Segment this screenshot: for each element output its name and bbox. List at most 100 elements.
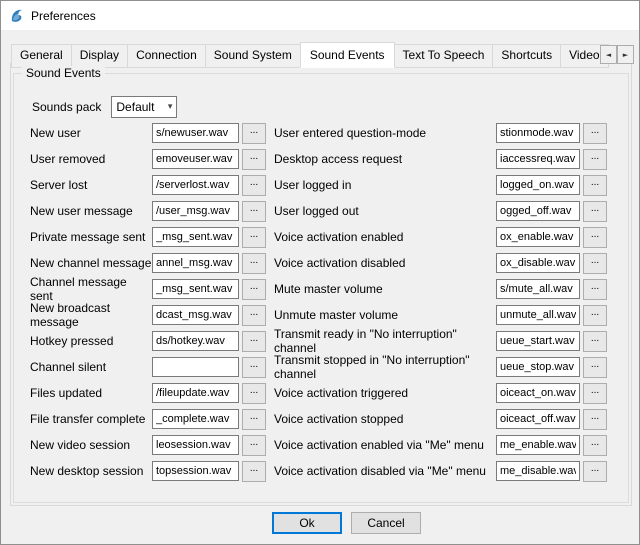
- sound-file-input[interactable]: [496, 357, 580, 377]
- sound-file-input[interactable]: [152, 357, 239, 377]
- ok-button[interactable]: Ok: [272, 512, 342, 534]
- tab-sound-events[interactable]: Sound Events: [300, 42, 395, 68]
- browse-button[interactable]: ...: [583, 331, 607, 352]
- table-row: New video session...: [30, 432, 266, 458]
- tab-scroll-left-icon[interactable]: ◄: [600, 45, 617, 64]
- sound-file-input[interactable]: [496, 461, 580, 481]
- sound-file-input[interactable]: [496, 227, 580, 247]
- sound-event-label: File transfer complete: [30, 412, 152, 426]
- browse-button[interactable]: ...: [242, 357, 266, 378]
- sound-event-label: New desktop session: [30, 464, 152, 478]
- browse-button[interactable]: ...: [242, 435, 266, 456]
- tab-sound-system[interactable]: Sound System: [205, 44, 301, 68]
- browse-button[interactable]: ...: [583, 435, 607, 456]
- sounds-pack-select[interactable]: Default ▾: [111, 96, 177, 118]
- tab-scroll-right-icon[interactable]: ►: [617, 45, 634, 64]
- browse-button[interactable]: ...: [242, 175, 266, 196]
- table-row: Voice activation enabled...: [274, 224, 607, 250]
- sound-file-input[interactable]: [152, 461, 239, 481]
- browse-button[interactable]: ...: [242, 279, 266, 300]
- table-row: User logged out...: [274, 198, 607, 224]
- sound-event-label: New user: [30, 126, 152, 140]
- tab-general[interactable]: General: [11, 44, 72, 68]
- sound-file-input[interactable]: [152, 279, 239, 299]
- browse-button[interactable]: ...: [242, 201, 266, 222]
- sound-file-input[interactable]: [496, 175, 580, 195]
- browse-button[interactable]: ...: [242, 461, 266, 482]
- browse-button[interactable]: ...: [583, 253, 607, 274]
- sound-file-input[interactable]: [152, 253, 239, 273]
- table-row: File transfer complete...: [30, 406, 266, 432]
- sound-event-label: Channel silent: [30, 360, 152, 374]
- sound-file-input[interactable]: [152, 175, 239, 195]
- browse-button[interactable]: ...: [242, 227, 266, 248]
- sound-event-label: Mute master volume: [274, 282, 496, 296]
- browse-button[interactable]: ...: [583, 175, 607, 196]
- sound-file-input[interactable]: [152, 305, 239, 325]
- sound-file-input[interactable]: [496, 201, 580, 221]
- sound-file-input[interactable]: [152, 409, 239, 429]
- browse-button[interactable]: ...: [583, 123, 607, 144]
- sound-event-label: Channel message sent: [30, 275, 152, 303]
- browse-button[interactable]: ...: [583, 201, 607, 222]
- browse-button[interactable]: ...: [583, 149, 607, 170]
- sounds-pack-label: Sounds pack: [32, 100, 101, 114]
- table-row: Voice activation disabled via "Me" menu.…: [274, 458, 607, 484]
- tab-connection[interactable]: Connection: [127, 44, 206, 68]
- tab-scroll-control: ◄ ►: [600, 45, 634, 64]
- browse-button[interactable]: ...: [242, 305, 266, 326]
- app-icon: [9, 8, 25, 24]
- sound-event-label: Transmit ready in "No interruption" chan…: [274, 327, 496, 355]
- browse-button[interactable]: ...: [583, 409, 607, 430]
- browse-button[interactable]: ...: [242, 331, 266, 352]
- sound-file-input[interactable]: [152, 123, 239, 143]
- sound-event-label: User removed: [30, 152, 152, 166]
- sound-file-input[interactable]: [496, 279, 580, 299]
- table-row: Hotkey pressed...: [30, 328, 266, 354]
- sound-file-input[interactable]: [152, 435, 239, 455]
- table-row: User removed...: [30, 146, 266, 172]
- browse-button[interactable]: ...: [242, 409, 266, 430]
- sound-file-input[interactable]: [496, 123, 580, 143]
- browse-button[interactable]: ...: [583, 357, 607, 378]
- sound-file-input[interactable]: [496, 383, 580, 403]
- browse-button[interactable]: ...: [242, 149, 266, 170]
- sound-event-label: Files updated: [30, 386, 152, 400]
- sound-file-input[interactable]: [496, 331, 580, 351]
- sound-event-label: New channel message: [30, 256, 152, 270]
- sounds-pack-value: Default: [116, 100, 154, 114]
- table-row: New desktop session...: [30, 458, 266, 484]
- sound-events-right-column: User entered question-mode... Desktop ac…: [274, 120, 607, 484]
- browse-button[interactable]: ...: [583, 279, 607, 300]
- sound-file-input[interactable]: [496, 305, 580, 325]
- sound-event-label: Voice activation enabled: [274, 230, 496, 244]
- browse-button[interactable]: ...: [242, 253, 266, 274]
- table-row: Voice activation stopped...: [274, 406, 607, 432]
- tab-shortcuts[interactable]: Shortcuts: [492, 44, 561, 68]
- table-row: Server lost...: [30, 172, 266, 198]
- browse-button[interactable]: ...: [242, 123, 266, 144]
- sound-file-input[interactable]: [496, 435, 580, 455]
- tab-text-to-speech[interactable]: Text To Speech: [394, 44, 494, 68]
- cancel-button[interactable]: Cancel: [351, 512, 421, 534]
- sound-event-label: New video session: [30, 438, 152, 452]
- browse-button[interactable]: ...: [242, 383, 266, 404]
- sound-file-input[interactable]: [152, 227, 239, 247]
- browse-button[interactable]: ...: [583, 383, 607, 404]
- sound-file-input[interactable]: [152, 201, 239, 221]
- sound-file-input[interactable]: [152, 331, 239, 351]
- browse-button[interactable]: ...: [583, 227, 607, 248]
- sound-file-input[interactable]: [152, 383, 239, 403]
- table-row: Private message sent...: [30, 224, 266, 250]
- sound-event-label: Transmit stopped in "No interruption" ch…: [274, 353, 496, 381]
- table-row: Voice activation triggered...: [274, 380, 607, 406]
- sound-event-label: Voice activation disabled via "Me" menu: [274, 464, 496, 478]
- browse-button[interactable]: ...: [583, 305, 607, 326]
- sound-file-input[interactable]: [496, 409, 580, 429]
- sound-file-input[interactable]: [496, 253, 580, 273]
- sound-event-label: Unmute master volume: [274, 308, 496, 322]
- sound-file-input[interactable]: [152, 149, 239, 169]
- tab-display[interactable]: Display: [71, 44, 128, 68]
- browse-button[interactable]: ...: [583, 461, 607, 482]
- sound-file-input[interactable]: [496, 149, 580, 169]
